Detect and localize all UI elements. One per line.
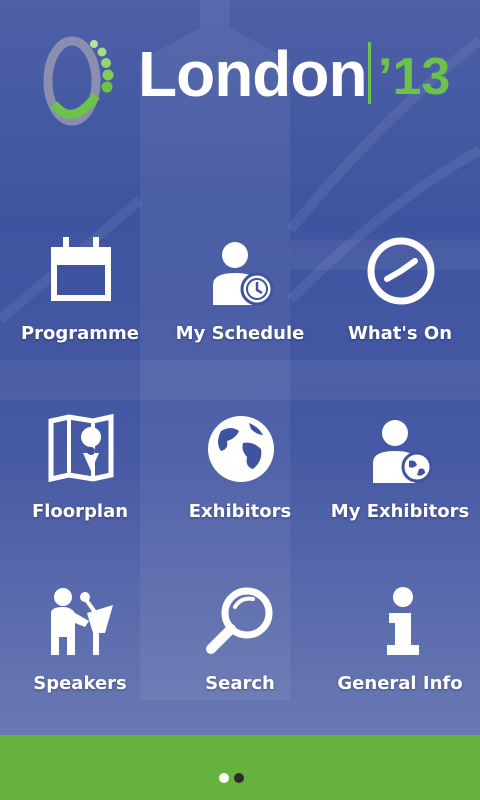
menu-label: Exhibitors bbox=[188, 501, 292, 522]
menu-my-schedule[interactable]: My Schedule bbox=[160, 235, 320, 365]
info-icon bbox=[387, 587, 419, 655]
menu-label: Programme bbox=[20, 323, 140, 344]
menu-programme[interactable]: Programme bbox=[0, 235, 160, 365]
map-pin-icon bbox=[48, 413, 114, 483]
logo-year: ’13 bbox=[378, 48, 451, 106]
menu-my-exhibitors[interactable]: My Exhibitors bbox=[320, 413, 480, 543]
menu-label: General Info bbox=[337, 673, 463, 694]
menu-label: Floorplan bbox=[31, 501, 129, 522]
menu-general-info[interactable]: General Info bbox=[320, 585, 480, 715]
page-indicator-bar bbox=[0, 735, 480, 800]
app-logo: London ’13 bbox=[40, 34, 450, 129]
page-dots bbox=[219, 768, 249, 787]
logo-wordmark: London bbox=[138, 38, 368, 110]
menu-label: My Schedule bbox=[175, 323, 305, 344]
menu-label: Speakers bbox=[33, 673, 127, 694]
page-dot-1[interactable] bbox=[219, 773, 229, 783]
logo-mark-icon bbox=[43, 36, 114, 126]
person-globe-icon bbox=[373, 420, 433, 483]
page-dot-2[interactable] bbox=[234, 773, 244, 783]
person-clock-icon bbox=[213, 242, 274, 306]
menu-label: Search bbox=[205, 673, 275, 694]
globe-icon bbox=[208, 416, 274, 482]
menu-floorplan[interactable]: Floorplan bbox=[0, 413, 160, 543]
magnifier-icon bbox=[206, 587, 273, 654]
clock-icon bbox=[367, 237, 435, 305]
speaker-podium-icon bbox=[51, 588, 113, 655]
menu-whats-on[interactable]: What's On bbox=[320, 235, 480, 365]
menu-speakers[interactable]: Speakers bbox=[0, 585, 160, 715]
calendar-icon bbox=[51, 237, 111, 301]
menu-label: What's On bbox=[347, 323, 453, 344]
menu-label: My Exhibitors bbox=[330, 501, 470, 522]
logo-divider bbox=[368, 42, 371, 104]
menu-search[interactable]: Search bbox=[160, 585, 320, 715]
menu-exhibitors[interactable]: Exhibitors bbox=[160, 413, 320, 543]
